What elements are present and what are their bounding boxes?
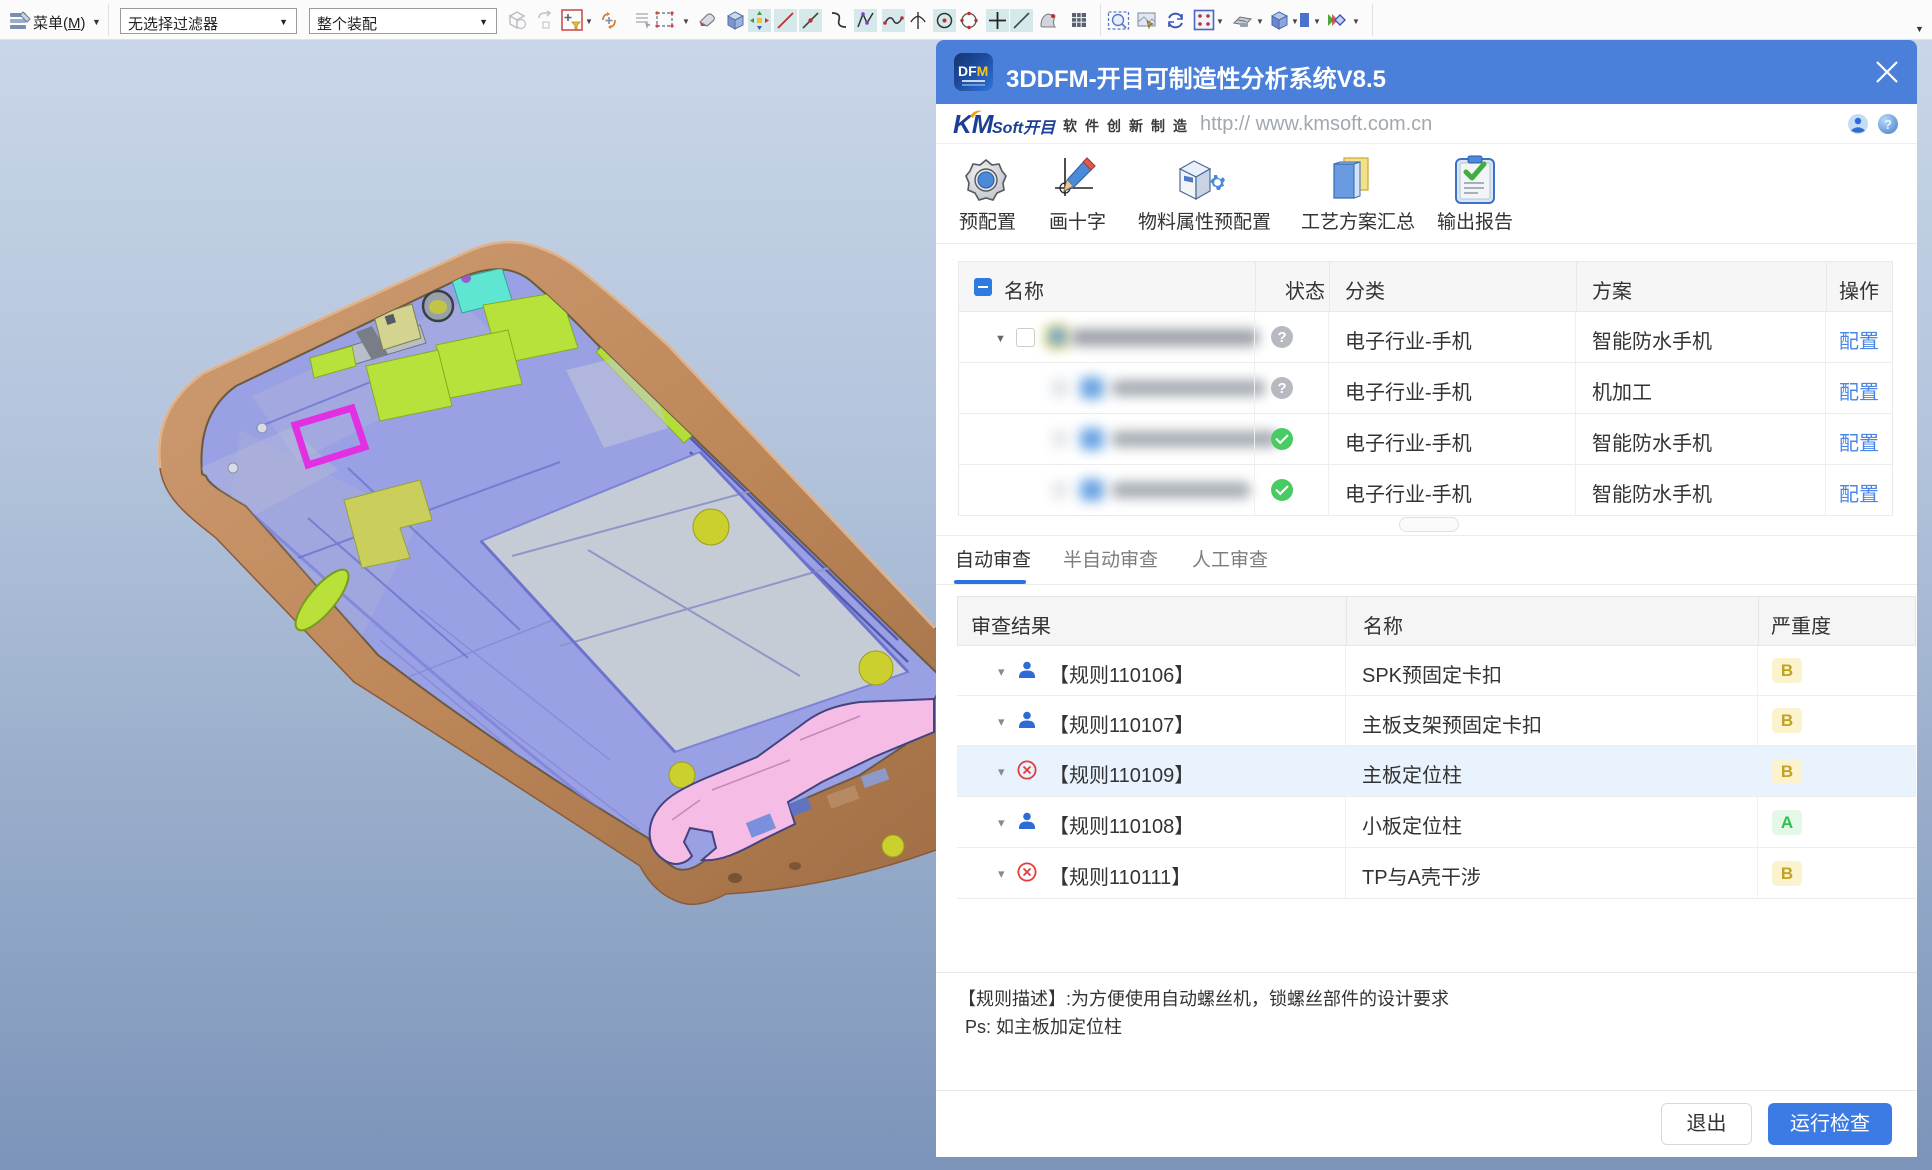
svg-text:?: ? [1884,117,1892,132]
svg-text:Soft开目: Soft开目 [992,120,1056,137]
